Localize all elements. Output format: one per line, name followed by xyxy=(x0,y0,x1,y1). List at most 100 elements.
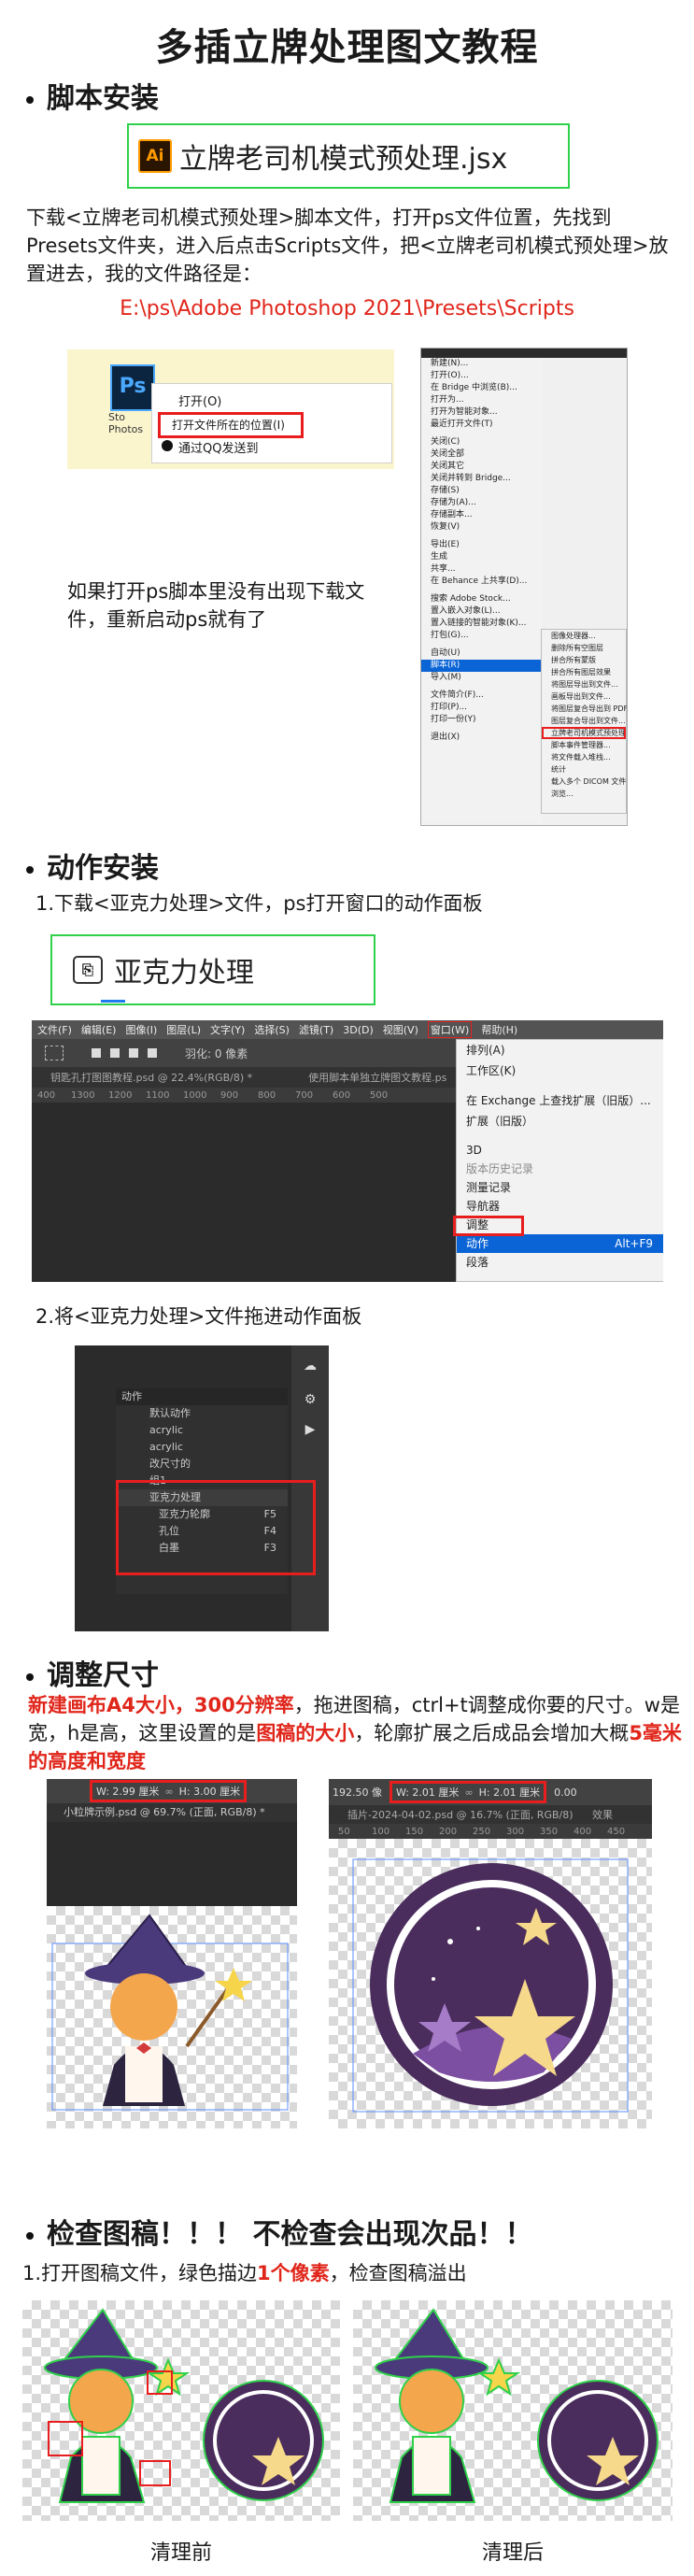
doc-tab[interactable]: 钥匙孔打图图教程.psd @ 22.4%(RGB/8) * xyxy=(50,1070,252,1085)
play-icon[interactable]: ▶ xyxy=(303,1422,318,1437)
doc-tab[interactable]: 插片-2024-04-02.psd @ 16.7% (正面, RGB/8) xyxy=(347,1807,592,1822)
file-menu-item[interactable]: 搜索 Adobe Stock... xyxy=(421,593,543,605)
window-menu-item[interactable]: 扩展（旧版） xyxy=(457,1111,663,1131)
link-icon[interactable]: ∞ xyxy=(464,1786,473,1799)
window-menu-item[interactable]: 导航器 xyxy=(457,1197,663,1216)
file-menu-item[interactable]: 存储(S) xyxy=(421,485,543,497)
file-menu-item[interactable]: 新建(N)... xyxy=(421,358,543,370)
action-file-card[interactable]: ⎘ 亚克力处理 xyxy=(50,934,375,1005)
new-selection-icon[interactable] xyxy=(92,1048,101,1058)
file-menu-item[interactable]: 打开为智能对象... xyxy=(421,406,543,419)
width-field[interactable]: W: 2.01 厘米 xyxy=(396,1785,459,1800)
actions-panel-screenshot: ☁ ⚙ ▶ 动作 默认动作 acrylic acrylic 改尺寸的 组1 亚克… xyxy=(75,1345,329,1631)
menubar-filter[interactable]: 滤镜(T) xyxy=(299,1022,333,1037)
height-field[interactable]: H: 3.00 厘米 xyxy=(179,1784,240,1799)
script-file-card[interactable]: Ai 立牌老司机模式预处理.jsx xyxy=(127,123,570,189)
window-menu-item[interactable]: 3D xyxy=(457,1141,663,1160)
file-menu-item[interactable]: 导出(E) xyxy=(421,539,543,551)
bullet-icon xyxy=(26,1672,34,1681)
action-set[interactable]: acrylic xyxy=(116,1422,288,1439)
file-menu-item[interactable]: 存储副本... xyxy=(421,509,543,521)
file-menu-item[interactable]: 退出(X) xyxy=(421,732,543,744)
file-menu-item[interactable]: 关闭(C) xyxy=(421,436,543,448)
menubar-image[interactable]: 图像(I) xyxy=(125,1022,157,1037)
scripts-item[interactable]: 浏览... xyxy=(542,788,626,800)
action-set[interactable]: acrylic xyxy=(116,1439,288,1456)
file-menu-item[interactable]: 关闭全部 xyxy=(421,448,543,461)
file-menu-item[interactable]: 打开(O)... xyxy=(421,370,543,382)
scripts-item[interactable]: 删除所有空图层 xyxy=(542,642,626,654)
file-menu-item[interactable]: 关闭并转到 Bridge... xyxy=(421,473,543,485)
panel-dock-icon[interactable]: ☁ xyxy=(303,1359,318,1373)
file-menu-item[interactable]: 存储为(A)... xyxy=(421,497,543,509)
scripts-item[interactable]: 将文件载入堆栈... xyxy=(542,751,626,763)
window-menu-item[interactable]: 在 Exchange 上查找扩展（旧版）... xyxy=(457,1090,663,1111)
scripts-item[interactable]: 脚本事件管理器... xyxy=(542,739,626,751)
window-menu-item[interactable]: 段落 xyxy=(457,1253,663,1272)
file-menu-item[interactable]: 共享... xyxy=(421,563,543,576)
doc-tab[interactable]: 效果 xyxy=(592,1807,613,1822)
file-menu-item[interactable]: 打开为... xyxy=(421,394,543,406)
file-menu-item[interactable]: 在 Behance 上共享(D)... xyxy=(421,576,543,588)
file-menu-item[interactable]: 导入(M) xyxy=(421,672,543,684)
action-set[interactable]: 改尺寸的 xyxy=(116,1456,288,1473)
file-menu-item[interactable]: 文件简介(F)... xyxy=(421,690,543,702)
feather-field[interactable]: 羽化: 0 像素 xyxy=(185,1046,248,1061)
file-menu-item[interactable]: 生成 xyxy=(421,551,543,563)
scripts-item[interactable]: 统计 xyxy=(542,763,626,776)
scripts-item-preprocess[interactable]: 立牌老司机模式预处理 xyxy=(542,727,626,739)
scripts-item[interactable]: 图层复合导出到文件... xyxy=(542,715,626,727)
width-field[interactable]: W: 2.99 厘米 xyxy=(96,1784,159,1799)
doc-tab[interactable]: 使用脚本单独立牌图文教程.ps xyxy=(308,1070,446,1085)
menubar-window[interactable]: 窗口(W) xyxy=(427,1021,473,1038)
file-menu-item[interactable]: 置入嵌入对象(L)... xyxy=(421,605,543,618)
ps-menubar: 文件(F) 编辑(E) 图像(I) 图层(L) 文字(Y) 选择(S) 滤镜(T… xyxy=(32,1020,663,1039)
file-menu-item[interactable]: 置入链接的智能对象(K)... xyxy=(421,618,543,630)
menubar-file[interactable]: 文件(F) xyxy=(37,1022,72,1037)
menubar-3d[interactable]: 3D(D) xyxy=(343,1024,374,1036)
menubar-type[interactable]: 文字(Y) xyxy=(210,1022,245,1037)
file-menu-item[interactable]: 打印一份(Y) xyxy=(421,714,543,726)
panel-dock-icon[interactable]: ⚙ xyxy=(303,1392,318,1407)
file-menu-item[interactable]: 恢复(V) xyxy=(421,521,543,534)
menu-item-open[interactable]: 打开(O) xyxy=(178,391,221,409)
window-menu-item[interactable]: 版本历史记录 xyxy=(457,1160,663,1178)
scripts-item[interactable]: 拼合所有图层效果 xyxy=(542,666,626,678)
subtract-selection-icon[interactable] xyxy=(129,1048,138,1058)
action-set[interactable]: 默认动作 xyxy=(116,1405,288,1422)
menubar-help[interactable]: 帮助(H) xyxy=(481,1022,517,1037)
height-field[interactable]: H: 2.01 厘米 xyxy=(479,1785,540,1800)
menubar-edit[interactable]: 编辑(E) xyxy=(81,1022,117,1037)
explorer-screenshot: Ps Sto Photos 打开(O) 打开文件所在的位置(I) 通过QQ发送到 xyxy=(67,349,394,469)
scripts-item[interactable]: 将图层复合导出到 PDF... xyxy=(542,703,627,715)
scripts-item[interactable]: 拼合所有蒙版 xyxy=(542,654,626,666)
file-menu-item[interactable]: 关闭其它 xyxy=(421,461,543,473)
doc-tab[interactable]: 小粒牌示例.psd @ 69.7% (正面, RGB/8) * xyxy=(47,1803,297,1822)
file-menu-item[interactable]: 在 Bridge 中浏览(B)... xyxy=(421,382,543,394)
window-menu-item[interactable]: 工作区(K) xyxy=(457,1060,663,1081)
menu-item-send-qq[interactable]: 通过QQ发送到 xyxy=(178,438,258,456)
menubar-view[interactable]: 视图(V) xyxy=(383,1022,418,1037)
link-icon[interactable]: ∞ xyxy=(164,1786,173,1798)
intersect-selection-icon[interactable] xyxy=(148,1048,157,1058)
menubar-layer[interactable]: 图层(L) xyxy=(166,1022,201,1037)
angle-field[interactable]: 0.00 xyxy=(554,1786,577,1799)
window-menu-item[interactable]: 测量记录 xyxy=(457,1178,663,1197)
file-menu-item[interactable]: 打印(P)... xyxy=(421,702,543,714)
scripts-item[interactable]: 画板导出到文件... xyxy=(542,690,626,703)
file-menu-item[interactable]: 自动(U) xyxy=(421,648,543,660)
jsx-file-icon: Ai xyxy=(138,139,172,173)
file-menu-item-scripts[interactable]: 脚本(R) xyxy=(421,660,543,672)
menubar-select[interactable]: 选择(S) xyxy=(254,1022,290,1037)
file-menu-item[interactable]: 打包(G)... xyxy=(421,630,543,642)
file-menu-item[interactable]: 最近打开文件(T) xyxy=(421,419,543,431)
window-menu-item-actions[interactable]: 动作 Alt+F9 xyxy=(457,1234,663,1253)
menu-item-open-location[interactable]: 打开文件所在的位置(I) xyxy=(158,412,304,438)
scripts-item[interactable]: 将图层导出到文件... xyxy=(542,678,626,690)
scripts-item[interactable]: 图像处理器... xyxy=(542,630,626,642)
scripts-item[interactable]: 载入多个 DICOM 文件... xyxy=(542,776,627,788)
marquee-tool-icon[interactable] xyxy=(45,1046,64,1060)
page-title: 多插立牌处理图文教程 xyxy=(155,26,539,69)
add-selection-icon[interactable] xyxy=(110,1048,120,1058)
window-menu-item[interactable]: 排列(A) xyxy=(457,1040,663,1060)
